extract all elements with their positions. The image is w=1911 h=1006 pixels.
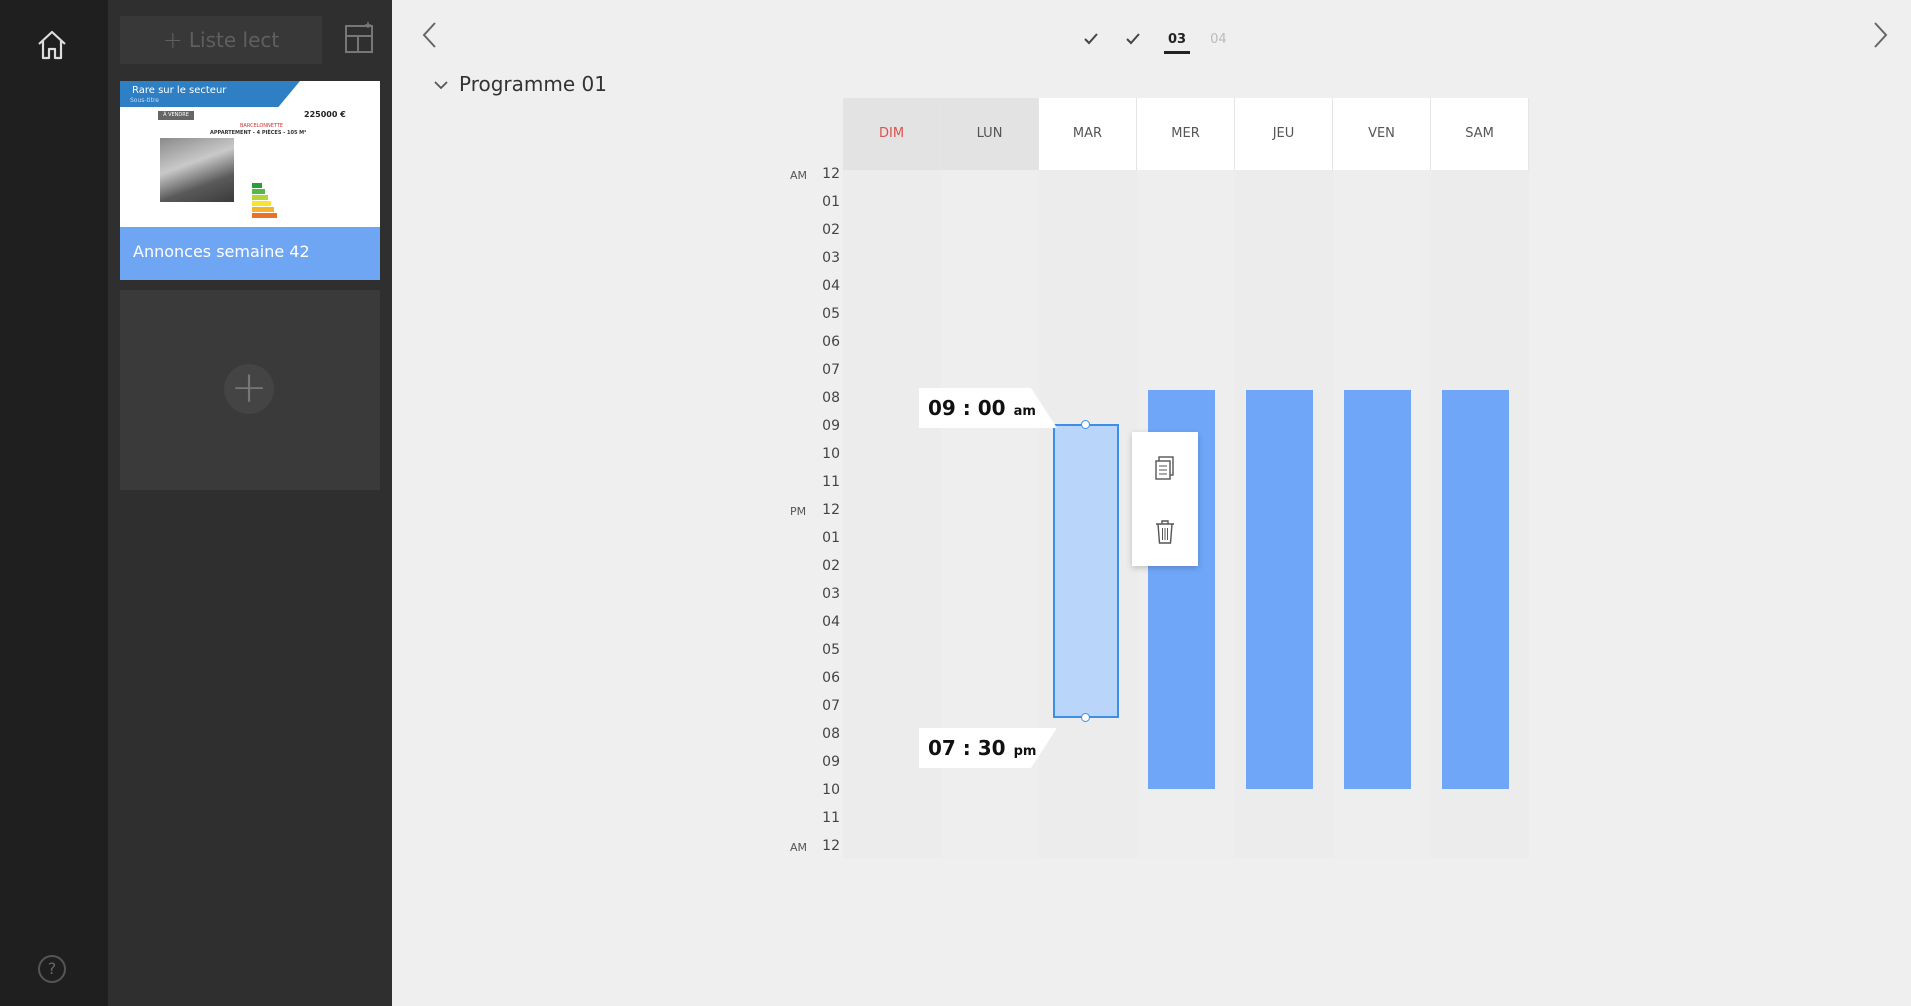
add-playlist-label: Liste lect	[188, 28, 280, 52]
hour-label: 03	[822, 250, 840, 266]
playlist-card[interactable]: Rare sur le secteur Sous-titre À VENDRE …	[120, 81, 380, 280]
thumbnail-price: 225000 €	[304, 110, 346, 119]
hour-label: 11	[822, 474, 840, 490]
period-label: AM	[790, 841, 808, 854]
thumbnail-location: BARCELONNETTE	[240, 123, 284, 129]
hour-label: 05	[822, 306, 840, 322]
hour-label: 07	[822, 698, 840, 714]
hour-label: 07	[822, 362, 840, 378]
hour-label: 11	[822, 810, 840, 826]
playlist-thumbnail: Rare sur le secteur Sous-titre À VENDRE …	[120, 81, 380, 227]
hour-label: 09	[822, 418, 840, 434]
check-icon[interactable]	[1122, 28, 1144, 50]
day-header-mar[interactable]: MAR	[1039, 98, 1137, 170]
start-time-suffix: am	[1013, 404, 1036, 419]
hour-label: 10	[822, 446, 840, 462]
plus-icon: +	[162, 26, 183, 54]
end-time-suffix: pm	[1013, 744, 1037, 759]
hour-label: 01	[822, 194, 840, 210]
add-playlist-button[interactable]: + Liste lect	[120, 16, 322, 64]
thumbnail-banner-title: Rare sur le secteur	[132, 85, 227, 96]
program-header[interactable]: Programme 01	[433, 72, 607, 96]
copy-icon[interactable]	[1152, 454, 1178, 482]
hour-label: 02	[822, 222, 840, 238]
hour-label: 02	[822, 558, 840, 574]
hour-label: 08	[822, 390, 840, 406]
home-icon[interactable]	[34, 28, 70, 62]
hour-label: 12	[822, 838, 840, 854]
hour-label: 03	[822, 586, 840, 602]
block-context-menu	[1132, 432, 1198, 566]
check-icon[interactable]	[1080, 28, 1102, 50]
new-playlist-card[interactable]: +	[120, 290, 380, 490]
day-header-ven[interactable]: VEN	[1333, 98, 1431, 170]
day-header-jeu[interactable]: JEU	[1235, 98, 1333, 170]
day-header-sam[interactable]: SAM	[1431, 98, 1529, 170]
hour-label: 08	[822, 726, 840, 742]
hour-label: 12	[822, 502, 840, 518]
step-current[interactable]: 03	[1164, 32, 1191, 54]
day-header-mer[interactable]: MER	[1137, 98, 1235, 170]
schedule-block-jeu[interactable]	[1246, 390, 1313, 789]
day-header-dim[interactable]: DIM	[843, 98, 941, 170]
schedule-block-sam[interactable]	[1442, 390, 1509, 789]
chevron-down-icon	[433, 72, 449, 96]
wizard-stepper: 03 04	[1080, 24, 1227, 54]
hour-label: 12	[822, 166, 840, 182]
thumbnail-banner-subtitle: Sous-titre	[130, 97, 159, 104]
hour-label: 06	[822, 670, 840, 686]
selected-time-block[interactable]	[1053, 420, 1119, 722]
program-title: Programme 01	[459, 72, 607, 96]
chevron-left-icon[interactable]	[420, 20, 440, 50]
plus-icon: +	[224, 364, 274, 414]
hour-label: 06	[822, 334, 840, 350]
start-handle[interactable]	[1081, 420, 1090, 429]
trash-icon[interactable]	[1152, 518, 1178, 546]
thumbnail-photo	[160, 138, 234, 202]
period-label: AM	[790, 169, 808, 182]
day-header-lun[interactable]: LUN	[941, 98, 1039, 170]
playlist-card-label: Annonces semaine 42	[120, 227, 380, 280]
schedule-block-ven[interactable]	[1344, 390, 1411, 789]
hour-label: 04	[822, 278, 840, 294]
hour-label: 04	[822, 614, 840, 630]
hour-label: 05	[822, 642, 840, 658]
hour-label: 09	[822, 754, 840, 770]
step-next[interactable]: 04	[1210, 32, 1227, 54]
end-time-value: 07 : 30	[928, 736, 1006, 760]
thumbnail-description: APPARTEMENT - 4 PIÈCES - 105 M²	[210, 130, 307, 136]
layout-icon[interactable]	[344, 20, 376, 54]
end-handle[interactable]	[1081, 713, 1090, 722]
period-label: PM	[790, 505, 807, 518]
energy-label-image	[252, 183, 282, 221]
help-icon[interactable]: ?	[38, 955, 66, 983]
start-time-value: 09 : 00	[928, 396, 1006, 420]
chevron-right-icon[interactable]	[1870, 20, 1890, 50]
app-rail: ?	[0, 0, 108, 1006]
playlist-sidebar: + Liste lect Rare sur le secteur Sous-ti…	[108, 0, 392, 1006]
hour-label: 10	[822, 782, 840, 798]
thumbnail-tag: À VENDRE	[158, 111, 194, 120]
hour-label: 01	[822, 530, 840, 546]
